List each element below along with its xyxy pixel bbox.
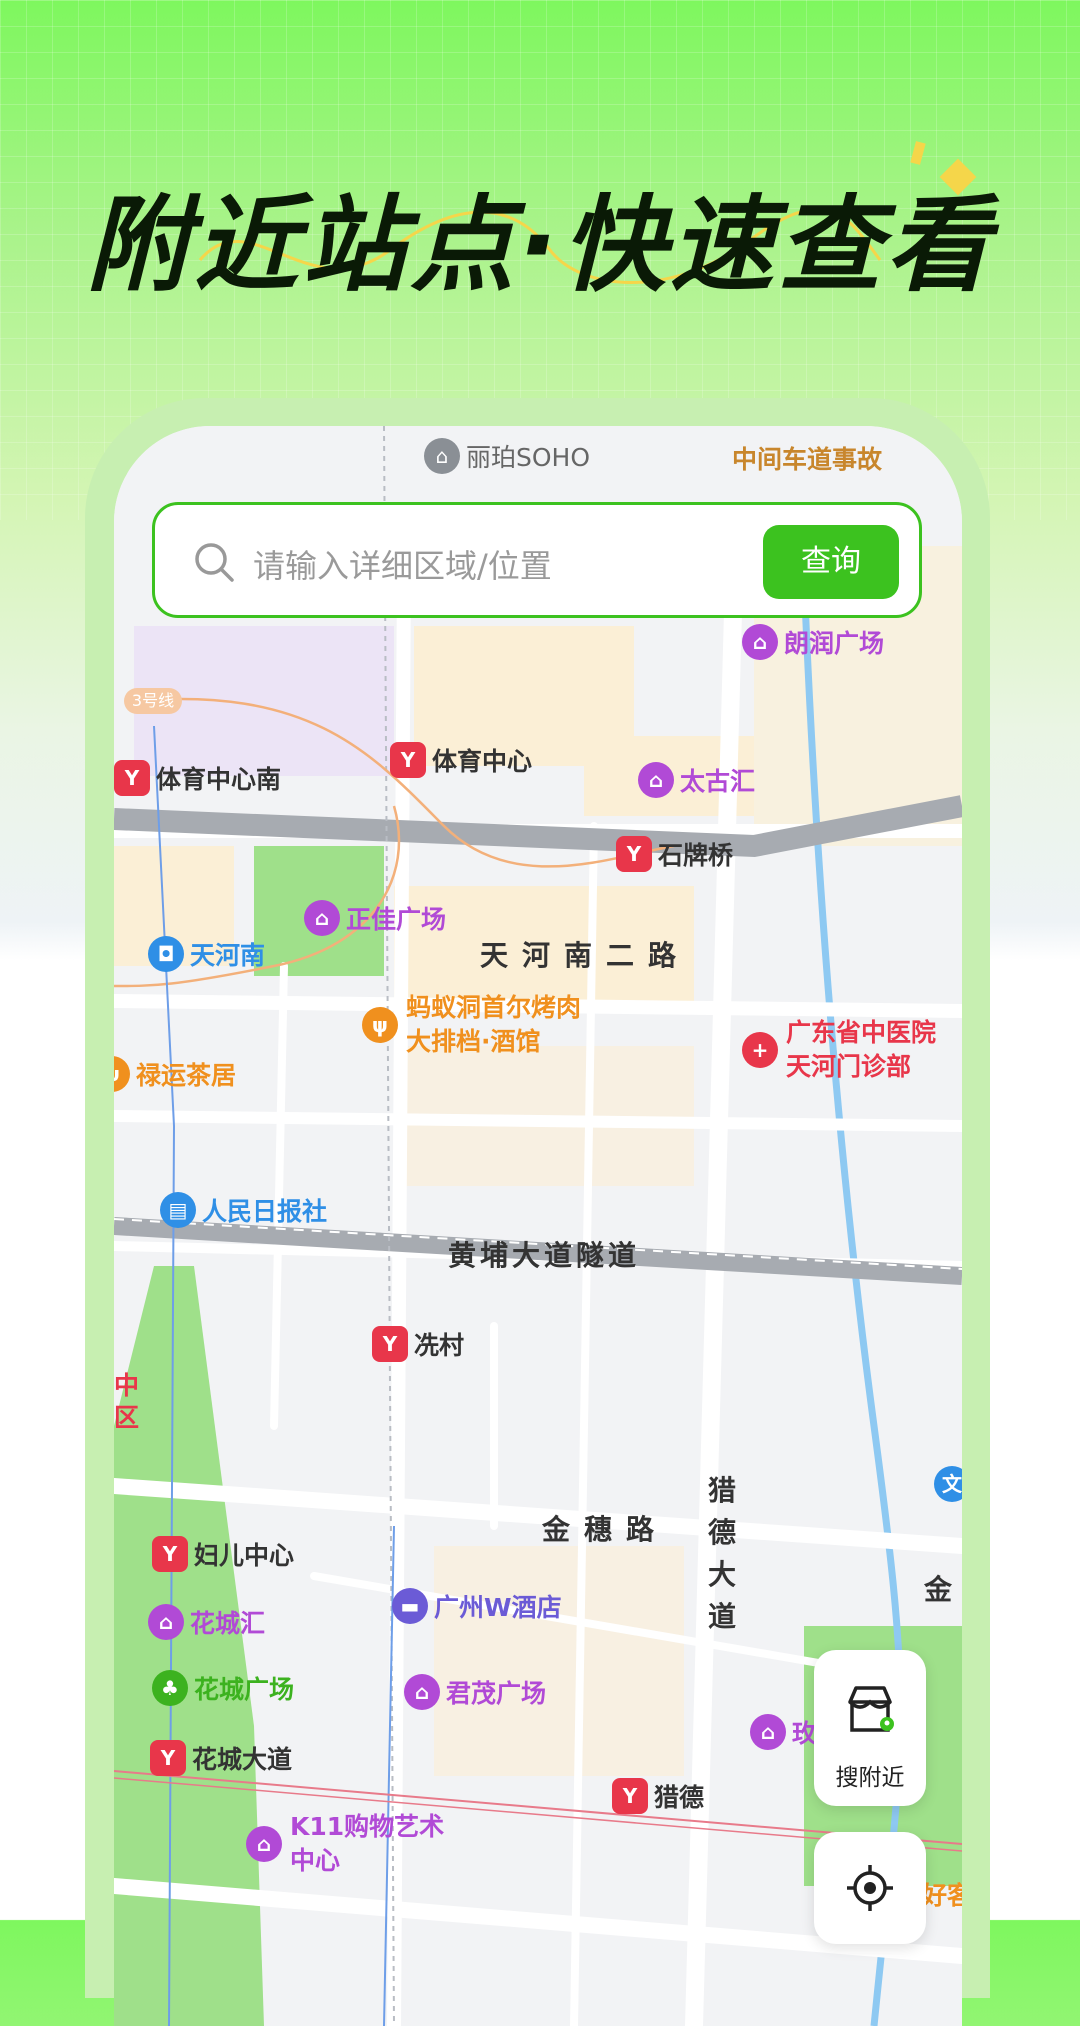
edge-label-bottom: 区: [114, 1403, 140, 1432]
metro-icon: Y: [114, 760, 150, 796]
search-icon: [195, 543, 234, 582]
search-nearby-button[interactable]: 搜附近: [814, 1650, 926, 1806]
store-location-icon: [848, 1686, 894, 1732]
road-jinsui: 金穗路: [542, 1513, 669, 1546]
hospital-icon: +: [742, 1032, 778, 1068]
poi-huacheng-guangchang[interactable]: ♣ 花城广场: [152, 1670, 294, 1706]
poi-partial-right[interactable]: ⌂ 玫: [750, 1714, 817, 1750]
search-nearby-label: 搜附近: [835, 1765, 905, 1791]
sparkle-decoration: [910, 141, 977, 196]
metro-line-badge: 3号线: [124, 688, 182, 714]
poi-w-hotel[interactable]: ▬ 广州W酒店: [392, 1588, 562, 1624]
poi-soho[interactable]: ⌂ 丽珀SOHO: [424, 438, 590, 474]
mall-icon: ⌂: [304, 900, 340, 936]
poi-luyun[interactable]: ψ禄运茶居: [114, 1056, 236, 1092]
poi-wen[interactable]: 文: [934, 1466, 962, 1502]
metro-icon: Y: [616, 836, 652, 872]
mall-icon: ⌂: [424, 438, 460, 474]
mall-icon: ⌂: [246, 1826, 282, 1862]
poi-junmao[interactable]: ⌂ 君茂广场: [404, 1674, 546, 1710]
search-input[interactable]: 请输入详细区域/位置: [253, 541, 552, 587]
park-icon: ♣: [152, 1670, 188, 1706]
road-huangpu-tunnel: 黄埔大道隧道: [448, 1239, 641, 1272]
metro-funv-zhongxin[interactable]: Y 妇儿中心: [152, 1536, 294, 1572]
poi-taiguhui[interactable]: ⌂ 太古汇: [638, 762, 755, 798]
metro-icon: Y: [390, 742, 426, 778]
search-bar: 请输入详细区域/位置 查询: [152, 502, 922, 618]
mall-icon: ⌂: [404, 1674, 440, 1710]
poi-renmin-ribao[interactable]: ▤ 人民日报社: [160, 1192, 327, 1228]
locate-button[interactable]: [814, 1832, 926, 1944]
metro-icon: Y: [612, 1778, 648, 1814]
metro-icon: Y: [150, 1740, 186, 1776]
query-button[interactable]: 查询: [763, 525, 899, 599]
road-tianhe-nan-2: 天河南二路: [480, 939, 691, 972]
metro-tiyu-zhongxin[interactable]: Y 体育中心: [390, 742, 532, 778]
restaurant-icon: ψ: [114, 1056, 130, 1092]
mall-icon: ⌂: [148, 1604, 184, 1640]
map-screen[interactable]: ⌂ 丽珀SOHO 中间车道事故 请输入详细区域/位置 查询 3号线 ⌂ 朗润广场 Y…: [114, 426, 962, 2026]
traffic-accident-label: 中间车道事故: [732, 445, 883, 474]
poi-hospital[interactable]: + 广东省中医院 天河门诊部: [742, 1016, 936, 1084]
metro-tiyu-zhongxin-nan[interactable]: Y 体育中心南: [114, 760, 281, 796]
restaurant-icon: ψ: [362, 1007, 398, 1043]
hotel-icon: ▬: [392, 1588, 428, 1624]
metro-shipaiqiao[interactable]: Y 石牌桥: [616, 836, 733, 872]
mall-icon: ⌂: [742, 624, 778, 660]
metro-icon: Y: [152, 1536, 188, 1572]
culture-icon: 文: [934, 1466, 962, 1502]
poi-mayi-bbq[interactable]: ψ 蚂蚁洞首尔烤肉 大排档·酒馆: [362, 991, 581, 1059]
mall-icon: ⌂: [638, 762, 674, 798]
train-icon: ◘: [148, 936, 184, 972]
poi-haoke[interactable]: 好客: [922, 1876, 962, 1912]
road-jin-edge: 金: [924, 1573, 962, 1606]
poi-huachenghui[interactable]: ⌂ 花城汇: [148, 1604, 265, 1640]
road-liede-avenue: 猎德大道: [707, 1474, 736, 1633]
station-tianhenan[interactable]: ◘ 天河南: [148, 936, 265, 972]
news-icon: ▤: [160, 1192, 196, 1228]
metro-liede[interactable]: Y 猎德: [612, 1778, 704, 1814]
mall-icon: ⌂: [750, 1714, 786, 1750]
edge-label-top: 中: [114, 1371, 140, 1400]
poi-k11[interactable]: ⌂ K11购物艺术 中心: [246, 1810, 444, 1878]
poi-zhengjia[interactable]: ⌂ 正佳广场: [304, 900, 446, 936]
metro-xiancun[interactable]: Y 冼村: [372, 1326, 464, 1362]
crosshair-icon: [847, 1865, 893, 1911]
metro-icon: Y: [372, 1326, 408, 1362]
poi-langrun[interactable]: ⌂ 朗润广场: [742, 624, 884, 660]
metro-huacheng-dadao[interactable]: Y 花城大道: [150, 1740, 292, 1776]
